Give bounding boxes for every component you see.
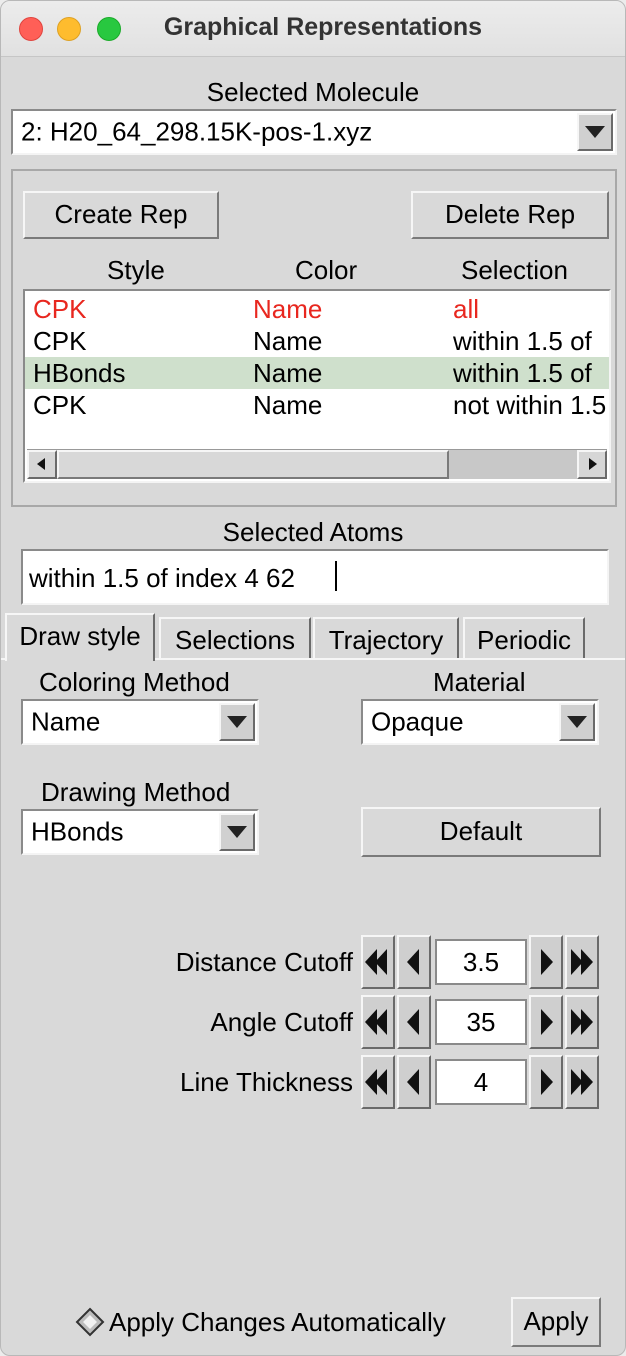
selected-atoms-label: Selected Atoms (222, 517, 404, 547)
rep-selection: within 1.5 of (453, 326, 592, 356)
rep-selection: all (453, 294, 480, 324)
increment-fast-button[interactable] (565, 935, 599, 989)
scroll-left-icon (37, 458, 45, 470)
double-left-arrow-icon (365, 1009, 387, 1035)
line-thickness-value[interactable]: 4 (435, 1059, 527, 1105)
rep-selection: within 1.5 of (453, 358, 592, 388)
right-arrow-icon (541, 949, 553, 975)
selected-molecule-label: Selected Molecule (206, 77, 420, 107)
scroll-right-button[interactable] (577, 450, 607, 479)
tab-selections[interactable]: Selections (159, 617, 311, 659)
decrement-button[interactable] (397, 935, 431, 989)
default-button[interactable]: Default (361, 807, 601, 857)
coloring-method-value: Name (31, 706, 101, 737)
selected-atoms-value: within 1.5 of index 4 62 (29, 563, 295, 593)
increment-button[interactable] (529, 995, 563, 1049)
rep-selection: not within 1.5 (453, 390, 607, 420)
list-item[interactable]: CPK Name within 1.5 of (25, 325, 609, 357)
angle-cutoff-label: Angle Cutoff (210, 1007, 353, 1037)
diamond-radio-icon (75, 1307, 105, 1337)
selected-atoms-input[interactable]: within 1.5 of index 4 62 (21, 549, 609, 605)
material-value: Opaque (371, 706, 464, 737)
coloring-method-label: Coloring Method (39, 667, 230, 697)
rep-color: Name (253, 358, 323, 388)
increment-button[interactable] (529, 935, 563, 989)
material-select[interactable]: Opaque (361, 699, 599, 745)
tab-draw-style[interactable]: Draw style (5, 613, 155, 661)
reps-group: Create Rep Delete Rep Style Color Select… (11, 169, 617, 507)
rep-style: CPK (33, 390, 87, 420)
molecule-select-value: 2: H20_64_298.15K-pos-1.xyz (21, 116, 373, 147)
chevron-down-icon[interactable] (219, 703, 255, 741)
double-right-arrow-icon (571, 949, 593, 975)
decrement-fast-button[interactable] (361, 995, 395, 1049)
right-arrow-icon (541, 1069, 553, 1095)
reps-list[interactable]: CPK Name all CPK Name within 1.5 of HBon… (23, 289, 611, 483)
drawing-method-value: HBonds (31, 816, 124, 847)
chevron-down-icon[interactable] (577, 113, 613, 151)
tab-periodic[interactable]: Periodic (463, 617, 585, 659)
double-left-arrow-icon (365, 1069, 387, 1095)
list-item[interactable]: CPK Name all (25, 293, 609, 325)
rep-style: CPK (33, 326, 87, 356)
title-bar: Graphical Representations (1, 1, 625, 57)
rep-style: CPK (33, 294, 87, 324)
rep-style: HBonds (33, 358, 126, 388)
molecule-select[interactable]: 2: H20_64_298.15K-pos-1.xyz (11, 109, 617, 155)
delete-rep-button[interactable]: Delete Rep (411, 191, 609, 239)
line-thickness-spinner[interactable]: 4 (361, 1055, 601, 1111)
distance-cutoff-label: Distance Cutoff (175, 947, 353, 977)
rep-color: Name (253, 326, 323, 356)
apply-auto-label[interactable]: Apply Changes Automatically (109, 1307, 446, 1338)
text-cursor (335, 561, 337, 591)
line-thickness-label: Line Thickness (180, 1067, 353, 1097)
coloring-method-select[interactable]: Name (21, 699, 259, 745)
graphical-representations-window: Graphical Representations Selected Molec… (0, 0, 626, 1356)
window-title: Graphical Representations (163, 13, 483, 41)
scrollbar-thumb[interactable] (57, 450, 449, 479)
apply-auto-checkbox[interactable] (75, 1307, 105, 1337)
left-arrow-icon (407, 1069, 419, 1095)
column-header-selection: Selection (461, 255, 568, 285)
rep-color: Name (253, 294, 323, 324)
increment-button[interactable] (529, 1055, 563, 1109)
decrement-button[interactable] (397, 1055, 431, 1109)
decrement-fast-button[interactable] (361, 935, 395, 989)
column-header-style: Style (107, 255, 165, 285)
rep-color: Name (253, 390, 323, 420)
chevron-down-icon[interactable] (219, 813, 255, 851)
horizontal-scrollbar[interactable] (27, 449, 607, 479)
create-rep-button[interactable]: Create Rep (23, 191, 219, 239)
angle-cutoff-spinner[interactable]: 35 (361, 995, 601, 1051)
tab-trajectory[interactable]: Trajectory (313, 617, 459, 659)
increment-fast-button[interactable] (565, 1055, 599, 1109)
scroll-left-button[interactable] (27, 450, 57, 479)
double-right-arrow-icon (571, 1009, 593, 1035)
left-arrow-icon (407, 1009, 419, 1035)
list-item[interactable]: CPK Name not within 1.5 (25, 389, 609, 421)
distance-cutoff-value[interactable]: 3.5 (435, 939, 527, 985)
double-right-arrow-icon (571, 1069, 593, 1095)
angle-cutoff-value[interactable]: 35 (435, 999, 527, 1045)
column-header-color: Color (295, 255, 358, 285)
distance-cutoff-spinner[interactable]: 3.5 (361, 935, 601, 991)
material-label: Material (433, 667, 526, 697)
scroll-right-icon (589, 458, 597, 470)
increment-fast-button[interactable] (565, 995, 599, 1049)
right-arrow-icon (541, 1009, 553, 1035)
double-left-arrow-icon (365, 949, 387, 975)
decrement-fast-button[interactable] (361, 1055, 395, 1109)
list-item-selected[interactable]: HBonds Name within 1.5 of (25, 357, 609, 389)
chevron-down-icon[interactable] (559, 703, 595, 741)
decrement-button[interactable] (397, 995, 431, 1049)
left-arrow-icon (407, 949, 419, 975)
drawing-method-select[interactable]: HBonds (21, 809, 259, 855)
drawing-method-label: Drawing Method (41, 777, 231, 807)
apply-button[interactable]: Apply (511, 1297, 601, 1347)
